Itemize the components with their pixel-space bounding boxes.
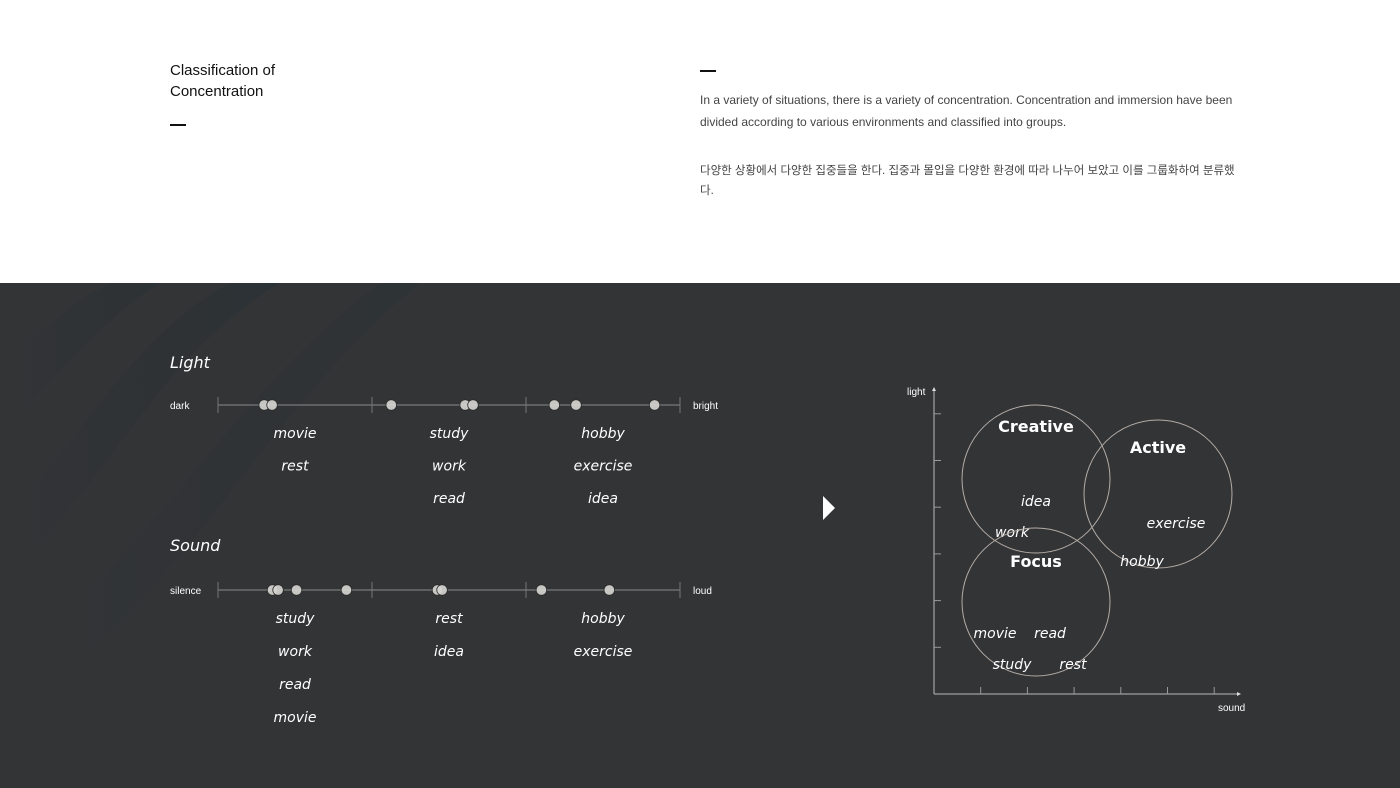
cluster-title: Creative: [998, 417, 1074, 436]
sound-scale: Sound silence loud study work read movie res…: [170, 536, 712, 726]
title-line-2: Concentration: [170, 83, 264, 100]
scale-word: exercise: [574, 459, 633, 475]
cluster-word: rest: [1059, 657, 1087, 673]
scale-word: read: [279, 677, 311, 693]
cluster-word: exercise: [1147, 516, 1206, 532]
scale-word: hobby: [581, 611, 625, 627]
scale-dot: [266, 399, 278, 411]
description-english: In a variety of situations, there is a v…: [700, 93, 1233, 129]
scale-word: rest: [435, 611, 463, 627]
page-title: Classification of Concentration: [170, 60, 370, 102]
chart-clusters: Creative idea work Active exercise hobby Focus…: [961, 404, 1233, 677]
light-min-label: dark: [170, 401, 190, 412]
sound-word-groups: study work read movie rest idea hobby exercise: [274, 611, 633, 726]
scale-dot: [603, 584, 616, 596]
cluster-word: idea: [1021, 494, 1051, 510]
scale-dot: [467, 399, 479, 411]
y-axis-label: light: [907, 387, 926, 398]
scale-dot: [436, 584, 448, 596]
cluster-word: hobby: [1120, 554, 1164, 570]
cluster-active: Active exercise hobby: [1083, 419, 1233, 570]
sound-scale-title: Sound: [170, 536, 221, 555]
sound-min-label: silence: [170, 586, 202, 597]
cluster-focus: Focus movie readstudy rest: [961, 527, 1111, 677]
scale-word: study: [276, 611, 316, 627]
scale-word: exercise: [574, 644, 633, 660]
scale-dot: [570, 399, 582, 411]
description-korean: 다양한 상황에서 다양한 집중들을 한다. 집중과 몰입을 다양한 환경에 따라…: [700, 165, 1235, 197]
scale-dot: [648, 399, 661, 411]
diagram-section: Light dark bright movie rest study work read…: [0, 283, 1400, 788]
cluster-word: study: [993, 657, 1033, 673]
scale-word: movie: [274, 426, 317, 442]
background-waves: [0, 283, 420, 723]
title-line-1: Classification of: [170, 62, 276, 79]
scale-word: work: [432, 459, 467, 475]
x-axis-label: sound: [1218, 703, 1245, 714]
cluster-circle: [961, 527, 1111, 677]
scale-dot: [272, 584, 284, 596]
cluster-creative: Creative idea work: [961, 404, 1111, 554]
scale-dot: [548, 399, 561, 411]
diagram-canvas: Light dark bright movie rest study work read…: [0, 283, 1245, 726]
cluster-word: read: [1034, 626, 1066, 642]
scale-dot: [385, 399, 397, 411]
scale-dot: [340, 584, 353, 596]
scale-word: rest: [281, 459, 309, 475]
scale-word: study: [430, 426, 470, 442]
description-divider: [700, 70, 716, 72]
light-scale-title: Light: [170, 353, 211, 372]
intro-section: Classification of Concentration In a var…: [0, 0, 1400, 283]
cluster-title: Focus: [1010, 552, 1062, 571]
scale-word: idea: [434, 644, 464, 660]
scale-word: idea: [588, 491, 618, 507]
cluster-chart: light sound Creative idea work Active exerci…: [907, 387, 1245, 714]
cluster-word: work: [995, 525, 1030, 541]
scale-dot: [535, 584, 548, 596]
cluster-word: movie: [974, 626, 1017, 642]
cluster-title: Active: [1130, 438, 1186, 457]
y-axis-arrow: [932, 387, 936, 391]
light-max-label: bright: [693, 401, 718, 412]
play-triangle-icon: [823, 496, 835, 520]
title-divider: [170, 124, 186, 126]
scale-word: movie: [274, 710, 317, 726]
light-word-groups: movie rest study work read hobby exercise idea: [274, 426, 633, 507]
scale-word: read: [433, 491, 465, 507]
sound-max-label: loud: [693, 586, 712, 597]
scale-word: hobby: [581, 426, 625, 442]
scale-dot: [290, 584, 303, 596]
x-axis-arrow: [1237, 692, 1241, 696]
scale-word: work: [278, 644, 313, 660]
